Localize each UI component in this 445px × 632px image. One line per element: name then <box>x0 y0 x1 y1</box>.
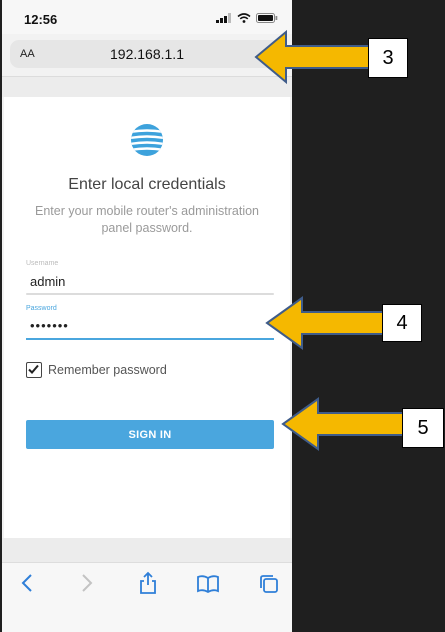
url-text: 192.168.1.1 <box>110 46 184 62</box>
forward-icon[interactable] <box>80 573 94 593</box>
signal-icon <box>216 13 231 23</box>
wifi-icon <box>237 13 251 23</box>
callout-3: 3 <box>368 38 408 78</box>
page-subtitle: Enter your mobile router's administratio… <box>34 204 259 235</box>
share-icon[interactable] <box>139 571 157 595</box>
page-title: Enter local credentials <box>68 176 226 193</box>
username-underline <box>26 293 274 295</box>
browser-toolbar <box>2 562 292 632</box>
tabs-icon[interactable] <box>258 573 280 595</box>
bookmarks-icon[interactable] <box>196 574 220 594</box>
att-globe-icon <box>131 124 163 156</box>
callout-4: 4 <box>382 304 422 342</box>
phone-screen: 12:56 AA 192.168.1.1 Enter local credent… <box>2 0 292 632</box>
username-label: Username <box>26 260 59 267</box>
remember-checkbox[interactable] <box>26 362 42 378</box>
status-time: 12:56 <box>24 12 58 27</box>
sign-in-button[interactable]: SIGN IN <box>26 420 274 449</box>
callout-5: 5 <box>402 408 444 448</box>
back-icon[interactable] <box>20 573 34 593</box>
status-icons <box>216 13 278 23</box>
address-bar[interactable]: AA 192.168.1.1 <box>10 40 284 68</box>
arrow-3-icon <box>254 29 370 85</box>
username-input[interactable] <box>26 270 274 292</box>
arrow-4-icon <box>265 296 387 350</box>
arrow-5-icon <box>281 397 408 451</box>
checkmark-icon <box>28 364 39 374</box>
remember-label: Remember password <box>48 363 167 377</box>
battery-icon <box>256 13 278 23</box>
password-input[interactable] <box>26 314 274 336</box>
page-margin-bottom <box>2 538 292 564</box>
password-label: Password <box>26 305 57 312</box>
password-underline <box>26 338 274 340</box>
login-card: Enter local credentials Enter your mobil… <box>4 97 290 538</box>
